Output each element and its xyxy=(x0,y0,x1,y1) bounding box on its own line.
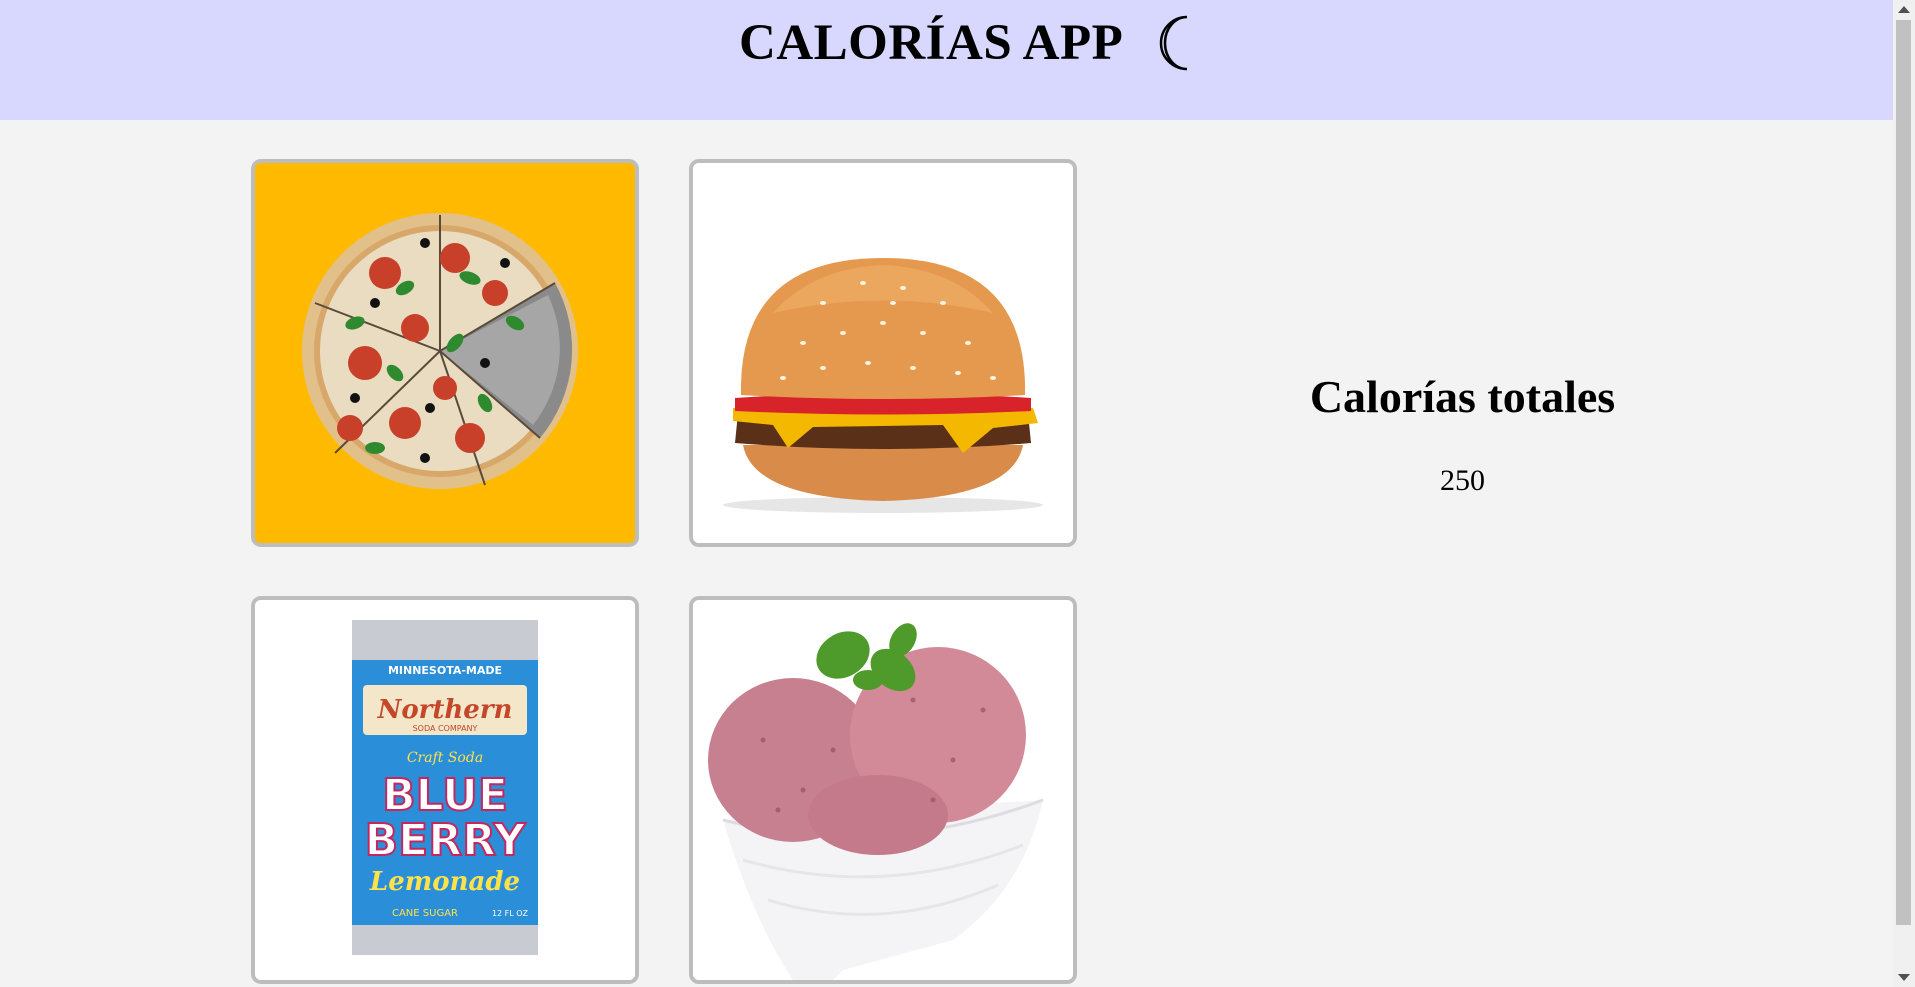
soda-brand: Northern xyxy=(377,695,513,725)
soda-top-text: MINNESOTA-MADE xyxy=(388,664,502,677)
ice-cream-image xyxy=(693,600,1073,980)
soda-can-image: MINNESOTA-MADE Northern SODA COMPANY Cra… xyxy=(255,600,635,980)
moon-icon[interactable] xyxy=(1150,8,1210,78)
pizza-image xyxy=(255,163,635,543)
food-card-ice-cream[interactable] xyxy=(689,596,1077,984)
totals-title: Calorías totales xyxy=(1309,371,1616,422)
food-card-soda[interactable]: MINNESOTA-MADE Northern SODA COMPANY Cra… xyxy=(251,596,639,984)
totals-value: 250 xyxy=(1440,464,1485,497)
scroll-up-arrow-icon[interactable] xyxy=(1898,6,1910,13)
app-header: CALORÍAS APP xyxy=(0,0,1893,120)
food-card-burger[interactable] xyxy=(689,159,1077,547)
soda-brand-sub: SODA COMPANY xyxy=(413,724,478,733)
food-card-pizza[interactable] xyxy=(251,159,639,547)
soda-flavor: Lemonade xyxy=(369,867,520,897)
soda-craft: Craft Soda xyxy=(407,750,483,766)
scroll-thumb[interactable] xyxy=(1896,20,1911,925)
soda-line2: BERRY xyxy=(365,815,527,866)
soda-volume: 12 FL OZ xyxy=(492,909,529,918)
soda-line1: BLUE xyxy=(382,770,508,821)
scroll-down-arrow-icon[interactable] xyxy=(1898,974,1910,981)
vertical-scrollbar[interactable] xyxy=(1893,0,1915,987)
burger-image xyxy=(693,163,1073,543)
app-title: CALORÍAS APP xyxy=(739,15,1124,71)
soda-cane: CANE SUGAR xyxy=(392,908,458,919)
